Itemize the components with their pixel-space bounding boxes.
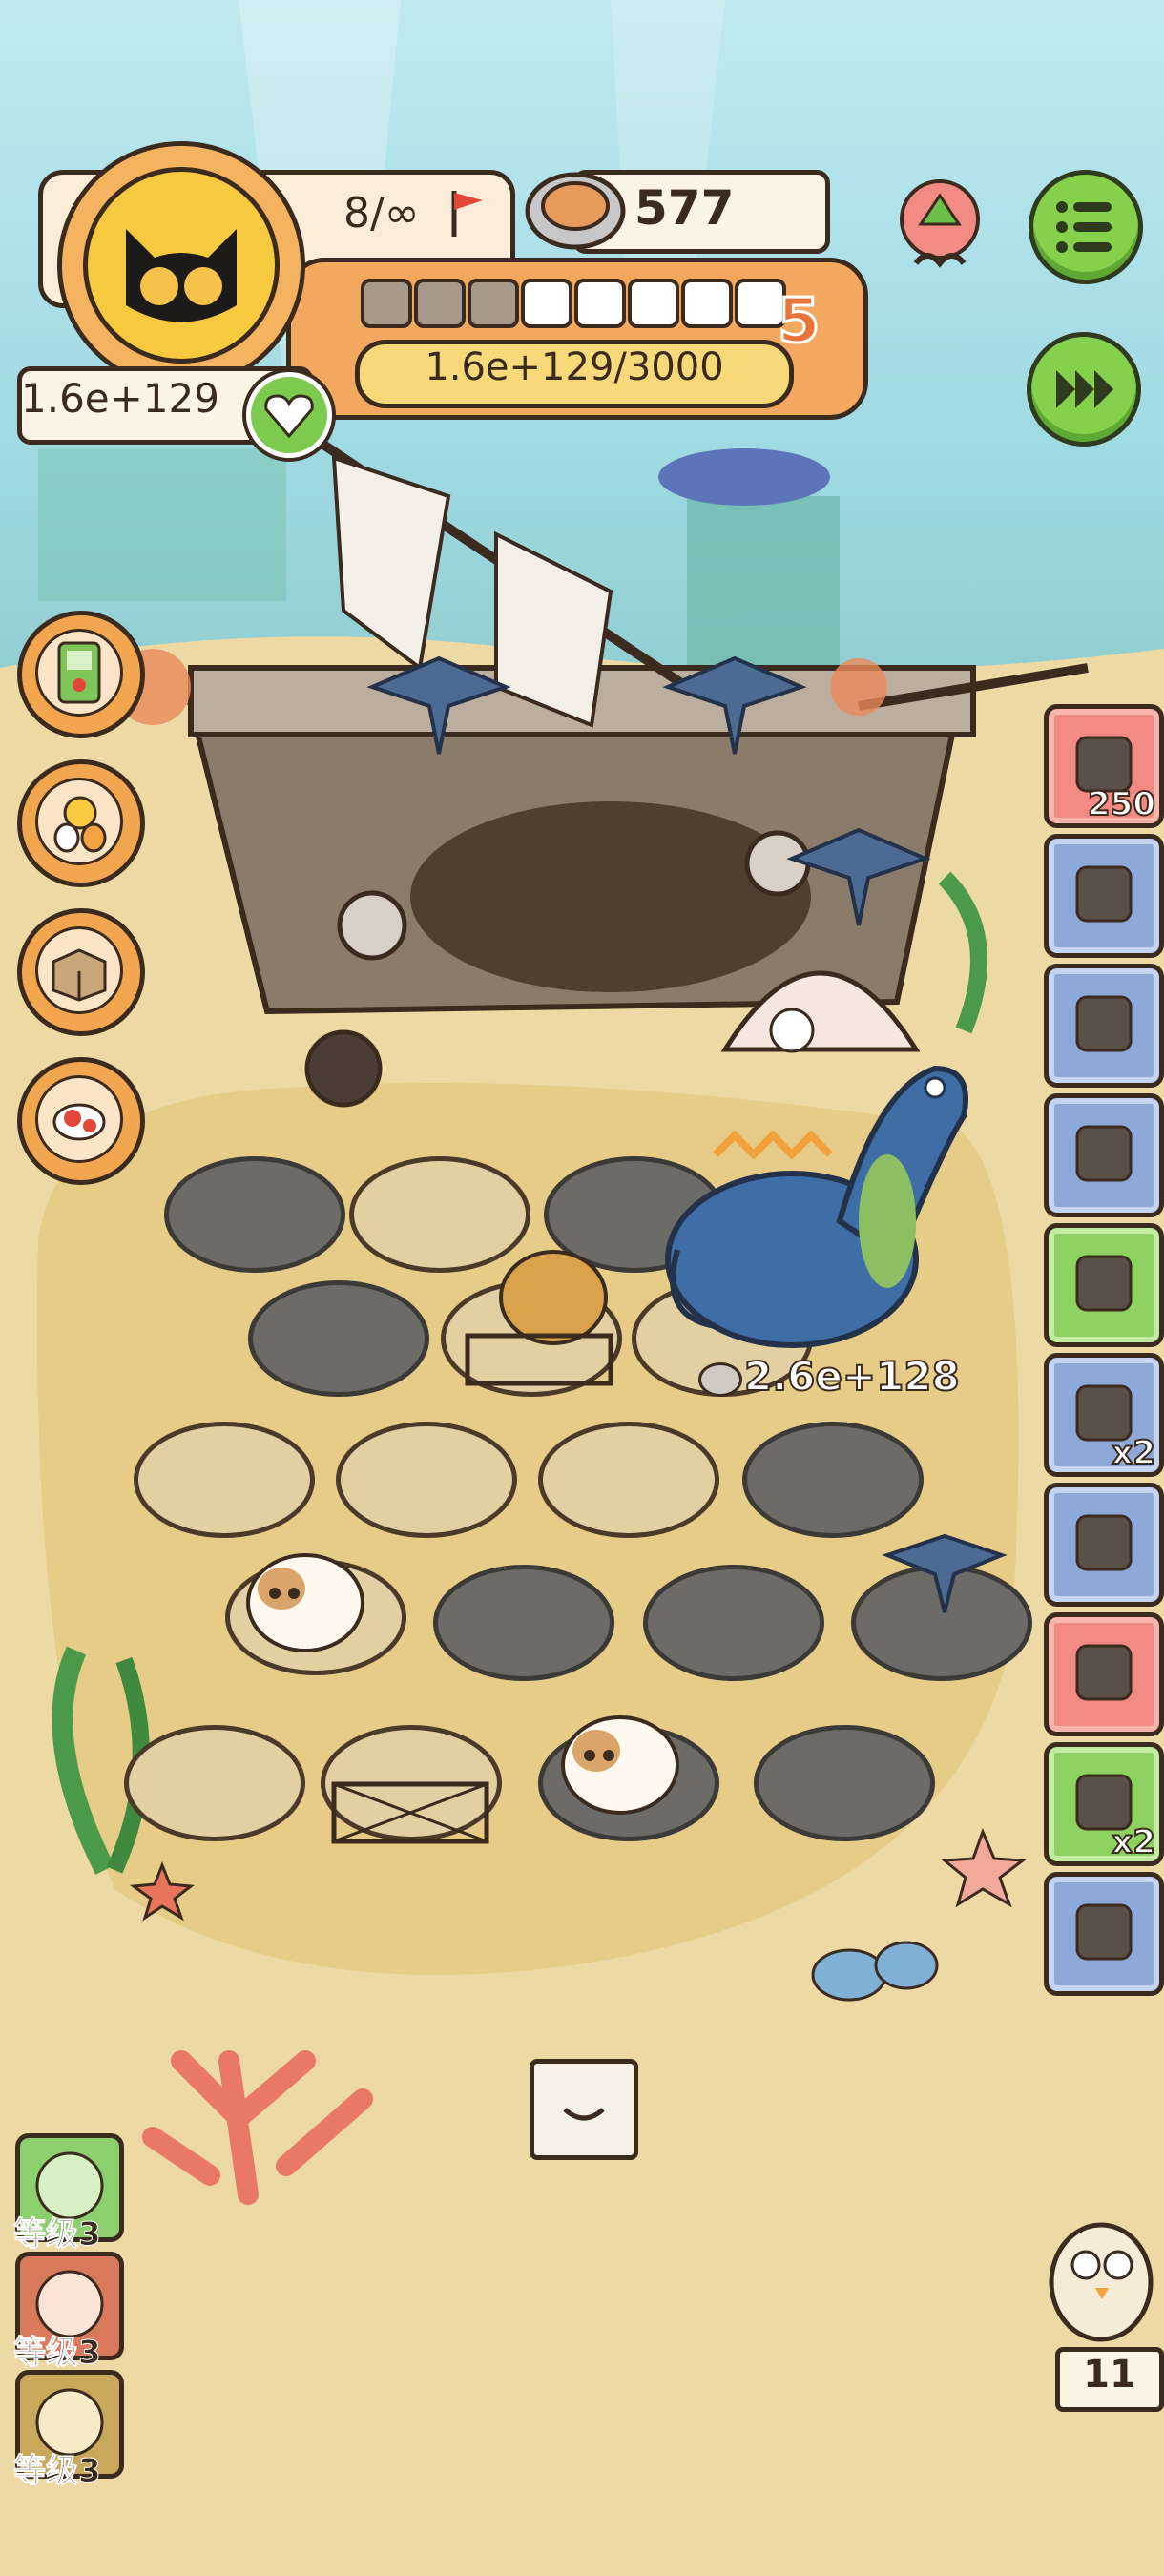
dinosaur-creature[interactable] [658,1030,1002,1355]
item-slot-7[interactable] [1044,1483,1164,1607]
pterosaur-creature[interactable] [363,630,515,763]
item-slot-9[interactable]: x2 [1044,1742,1164,1866]
slot-count: 8/∞ [343,189,420,238]
xp-text: 1.6e+129/3000 [425,345,724,389]
tile-unlocked[interactable] [754,1725,935,1841]
progress-segment-empty [521,279,572,328]
camera-icon [1075,865,1133,923]
minigame-button[interactable] [17,611,145,738]
skill-level-3: 等级3 [13,2452,102,2491]
black-cat-avatar-icon [83,167,280,364]
koi-button[interactable] [17,1057,145,1185]
item-slot-3[interactable] [1044,964,1164,1088]
smile-icon [563,2108,605,2121]
box-icon [52,948,107,1002]
jar-icon [1075,995,1133,1052]
skill-level-2: 等级3 [13,2334,102,2373]
menu-button[interactable] [1029,170,1143,284]
item-slot-6[interactable]: x2 [1044,1353,1164,1477]
fast-forward-icon [1056,370,1113,408]
mouse-toy-icon [1075,1514,1133,1571]
hamster-creature[interactable] [239,1536,372,1660]
progress-segment-filled [361,279,412,328]
currency-value: 1.6e+129 [21,375,219,422]
tile-unlocked[interactable] [248,1280,429,1397]
progress-segment-filled [468,279,519,328]
counter-value: 11 [1083,2353,1136,2397]
owl-icon[interactable] [1040,2206,1158,2349]
heart-icon [264,394,314,439]
heart-button[interactable] [246,372,332,458]
koi-icon [52,1103,106,1141]
item-slot-badge: x2 [1111,1433,1156,1473]
item-slot-5[interactable] [1044,1223,1164,1347]
coin-icon [698,1362,742,1397]
progress-segment-empty [628,279,679,328]
event-emblem-icon[interactable] [887,172,992,277]
tile-locked[interactable] [538,1422,719,1538]
progress-segment-empty [681,279,733,328]
item-slot-10[interactable] [1044,1872,1164,1996]
tile-unlocked[interactable] [433,1565,614,1681]
chick-eggs-icon [53,796,107,853]
item-slot-badge: 250 [1087,784,1156,824]
pterosaur-creature[interactable] [782,801,935,935]
skill-level-1: 等级3 [13,2215,102,2254]
tile-locked[interactable] [134,1422,315,1538]
item-slot-8[interactable] [1044,1612,1164,1736]
pterosaur-creature[interactable] [658,630,811,763]
item-slot-2[interactable] [1044,834,1164,958]
ore-icon [1075,1644,1133,1701]
hatch-button[interactable] [17,759,145,887]
player-avatar[interactable] [57,141,305,389]
tile-unlocked[interactable] [164,1156,345,1273]
smile-sign[interactable] [530,2059,638,2160]
tile-locked[interactable] [124,1725,305,1841]
trap-cage[interactable] [315,1765,506,1860]
progress-segment-filled [414,279,466,328]
item-slot-4[interactable] [1044,1093,1164,1217]
trap-cage[interactable] [448,1250,620,1402]
flag-icon [451,191,483,237]
basket-icon [1075,1903,1133,1961]
storage-button[interactable] [17,908,145,1036]
fast-forward-button[interactable] [1027,332,1141,447]
progress-segment-empty [574,279,626,328]
pterosaur-creature[interactable] [878,1507,1011,1622]
dino-price-label: 2.6e+128 [743,1352,961,1401]
cans-value: 577 [634,180,735,236]
card-icon [1075,1255,1133,1312]
item-slot-badge: x2 [1111,1822,1156,1862]
game-screen: 2.6e+128 8/∞ 577 5 1.6e+129/3000 1.6e+12… [0,0,1164,2576]
gameboy-icon [57,641,101,704]
item-slot-1[interactable]: 250 [1044,704,1164,828]
tile-unlocked[interactable] [643,1565,824,1681]
tile-locked[interactable] [336,1422,517,1538]
plant-icon [1075,1125,1133,1182]
hamster-creature[interactable] [553,1698,687,1822]
list-icon [1056,201,1112,253]
cat-food-can-icon [525,172,626,250]
